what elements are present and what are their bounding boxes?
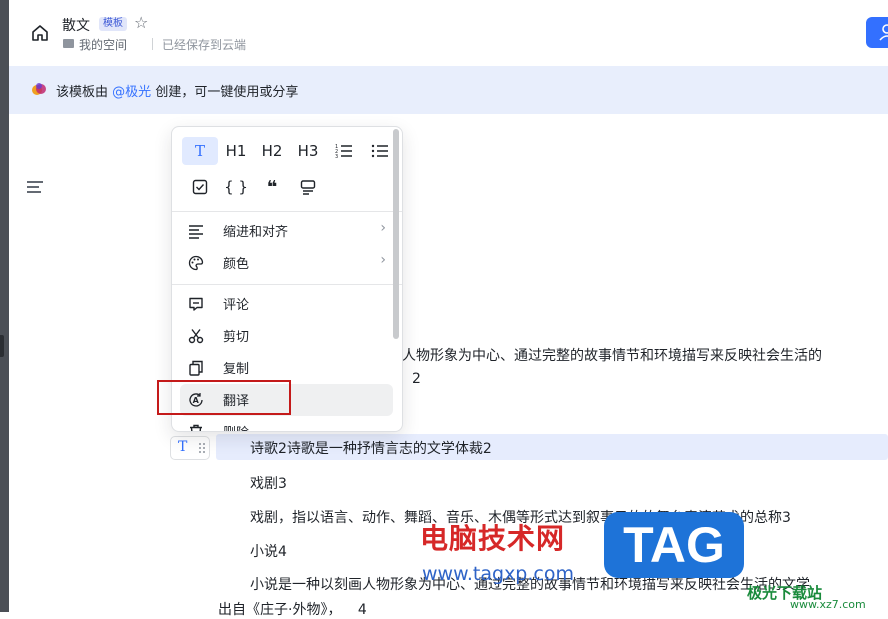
menu-item-cut[interactable]: 剪切 [172,320,402,352]
watermark-site-name: 电脑技术网 [420,522,566,555]
outline-toggle-icon[interactable] [27,181,43,195]
menu-label-comment: 评论 [223,298,250,313]
share-button[interactable] [866,17,888,48]
drag-handle-icon[interactable] [198,442,206,454]
ordered-list-icon[interactable]: 123 [326,137,362,165]
heading1-icon[interactable]: H1 [218,137,254,165]
edge-handle[interactable] [0,335,4,357]
chevron-right-icon: › [380,252,386,268]
template-banner: 该模板由 @极光 创建，可一键使用或分享 [9,66,888,114]
left-window-edge [0,0,9,612]
menu-label-cut: 剪切 [223,330,250,345]
annotation-highlight-box [157,380,291,415]
scissors-icon [188,329,204,344]
template-badge: 模板 [99,17,127,31]
menu-divider [172,211,402,212]
menu-item-color[interactable]: 颜色 › [172,247,402,279]
source-number: 4 [357,602,367,618]
source-text: 出自《庄子·外物》， [218,602,342,618]
author-logo-icon [32,83,46,95]
text-icon[interactable]: T [182,137,218,165]
menu-item-indent-align[interactable]: 缩进和对齐 › [172,215,402,247]
banner-prefix: 该模板由 [56,85,109,100]
chevron-right-icon: › [380,220,386,236]
align-icon [189,225,203,239]
trash-icon [190,424,202,431]
copy-icon [189,360,203,376]
star-icon[interactable]: ☆ [134,13,148,32]
menu-label-color: 颜色 [223,257,250,272]
heading-drama[interactable]: 戏剧3 [250,473,287,493]
menu-item-delete[interactable]: 删除 [172,416,402,431]
menu-scrollbar[interactable] [393,129,399,339]
watermark-site-url: www.tagxp.com [422,563,574,585]
author-link[interactable]: @极光 [112,85,151,100]
heading3-icon[interactable]: H3 [290,137,326,165]
line-number: 2 [412,371,421,387]
menu-divider [172,284,402,285]
block-type-row-2: { } ❝ [182,173,326,201]
heading-novel[interactable]: 小说4 [250,541,287,561]
home-icon[interactable] [29,22,51,44]
comment-icon [189,297,203,311]
doc-title[interactable]: 散文 [62,15,90,35]
paragraph-novel-fragment[interactable]: 人物形象为中心、通过完整的故事情节和环境描写来反映社会生活的 [402,345,822,365]
svg-text:3: 3 [335,154,338,159]
text-type-icon: T [178,439,188,455]
quote-icon[interactable]: ❝ [254,173,290,201]
menu-label-indent-align: 缩进和对齐 [223,225,289,240]
watermark-brand-url: www.xz7.com [790,598,866,611]
menu-label-copy: 复制 [223,362,250,377]
code-icon[interactable]: { } [218,173,254,201]
location-link[interactable]: 我的空间 [79,36,127,53]
paragraph-poem[interactable]: 诗歌2诗歌是一种抒情言志的文学体裁2 [250,438,492,458]
divider [152,38,153,50]
doc-header: 散文 模板 ☆ 我的空间 已经保存到云端 [9,0,888,66]
callout-icon[interactable] [290,173,326,201]
folder-icon [63,39,74,48]
palette-icon [188,255,204,271]
banner-suffix: 创建，可一键使用或分享 [155,85,299,100]
heading2-icon[interactable]: H2 [254,137,290,165]
todo-icon[interactable] [182,173,218,201]
menu-label-delete: 删除 [223,422,249,431]
add-user-icon [879,24,888,41]
paragraph-source[interactable]: 出自《庄子·外物》， 4 [218,599,367,619]
block-type-row-1: T H1 H2 H3 123 [182,137,398,165]
save-status: 已经保存到云端 [162,38,247,52]
watermark-tag-logo: TAG [604,512,744,578]
menu-item-comment[interactable]: 评论 [172,288,402,320]
block-type-button[interactable]: T [170,436,210,460]
